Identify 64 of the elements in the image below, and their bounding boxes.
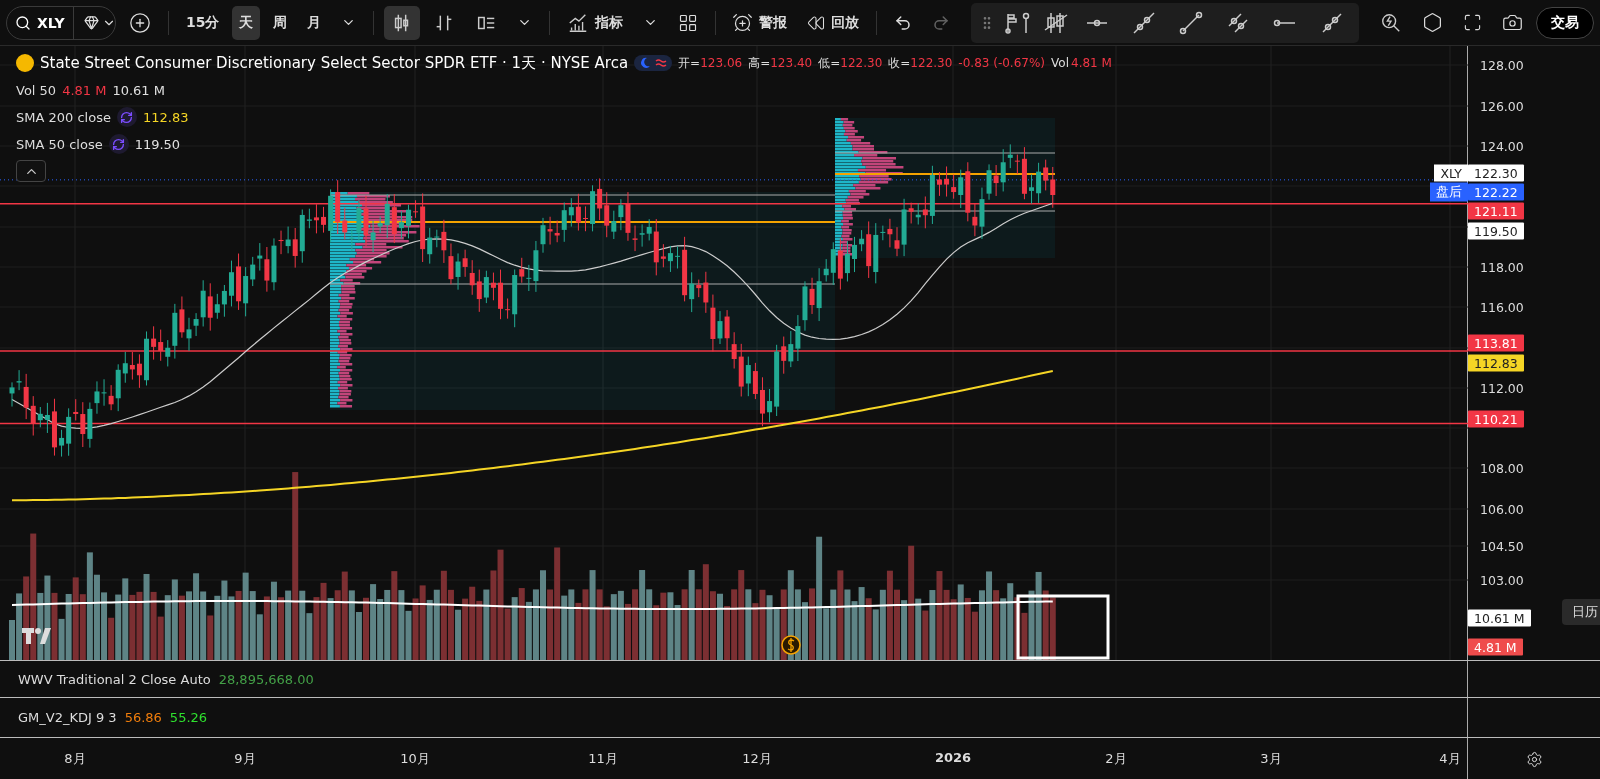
- time-axis-label: 9月: [234, 750, 256, 768]
- indicators-button[interactable]: 指标: [559, 5, 630, 40]
- ohlc-label: 低=: [818, 54, 841, 72]
- ohlc-label: 收=: [888, 54, 911, 72]
- price-tick: 116.00: [1480, 299, 1524, 315]
- price-tag: 10.61 M: [1468, 609, 1531, 627]
- indicator-value: 112.83: [142, 109, 189, 125]
- ohlc-value: 123.40: [770, 56, 813, 70]
- time-axis-label: 3月: [1260, 750, 1282, 768]
- price-tick: 118.00: [1480, 259, 1524, 275]
- trade-button[interactable]: 交易: [1536, 6, 1594, 39]
- price-tag: 113.81: [1468, 334, 1524, 352]
- interval-tab[interactable]: 15分: [178, 5, 227, 40]
- price-tick: 104.50: [1480, 538, 1524, 554]
- ohlc-value: 122.30: [840, 56, 883, 70]
- calendar-button[interactable]: 日历: [1562, 599, 1600, 625]
- price-tick: 128.00: [1480, 57, 1524, 73]
- interval-tab[interactable]: 月: [300, 5, 329, 40]
- price-tick: 112.00: [1480, 380, 1524, 396]
- price-tick: 108.00: [1480, 460, 1524, 476]
- indicator-name: SMA 50 close: [16, 136, 103, 152]
- time-axis-label: 8月: [64, 750, 86, 768]
- interval-tab[interactable]: 天: [232, 5, 261, 40]
- volume-value: 4.81 M: [1071, 56, 1112, 70]
- price-tag-label: XLY: [1434, 164, 1468, 182]
- symbol-text: XLY: [37, 14, 65, 31]
- pane-indicator-value: 55.26: [169, 710, 208, 725]
- ohlc-label: 高=: [748, 54, 771, 72]
- pane-indicator-name: WWV Traditional 2 Close Auto: [18, 671, 211, 687]
- price-tick: 106.00: [1480, 501, 1524, 517]
- indicator-value: 10.61 M: [112, 82, 165, 98]
- replay-button[interactable]: 回放: [800, 5, 867, 40]
- time-axis-label: 2026: [934, 750, 972, 765]
- volume-label: Vol: [1051, 56, 1069, 70]
- indicator-value: 119.50: [134, 136, 181, 152]
- price-tick: 124.00: [1480, 138, 1524, 154]
- price-tag: 4.81 M: [1468, 638, 1523, 656]
- time-axis-label: 11月: [588, 750, 618, 768]
- price-tick: 126.00: [1480, 98, 1524, 114]
- time-axis-label: 4月: [1439, 750, 1461, 768]
- ohlc-value: 122.30: [910, 56, 953, 70]
- price-tag: 119.50: [1468, 222, 1524, 240]
- time-axis-label: 12月: [742, 750, 772, 768]
- interval-tab[interactable]: 周: [266, 5, 295, 40]
- alerts-button[interactable]: 警报: [725, 5, 795, 40]
- indicator-value: 4.81 M: [62, 82, 107, 98]
- indicator-name: Vol 50: [16, 82, 57, 98]
- price-tick: 103.00: [1480, 572, 1524, 588]
- time-axis-label: 10月: [400, 750, 430, 768]
- time-axis-label: 2月: [1105, 750, 1127, 768]
- ohlc-label: 开=: [678, 54, 701, 72]
- price-tag: 122.30: [1468, 164, 1524, 182]
- pane-indicator-name: GM_V2_KDJ 9 3: [18, 710, 117, 725]
- chart-title: State Street Consumer Discretionary Select Sector SPDR ETF · 1天 · NYSE Arca: [40, 53, 629, 73]
- price-tag: 110.21: [1468, 410, 1524, 428]
- pane-indicator-value: 28,895,668.00: [218, 671, 314, 687]
- price-tag: 112.83: [1468, 354, 1524, 372]
- price-change: -0.83 (-0.67%): [958, 56, 1046, 70]
- pane-indicator-value: 56.86: [124, 710, 162, 725]
- price-tag: 122.22: [1468, 183, 1524, 201]
- price-tag-label: 盘后: [1430, 182, 1468, 202]
- price-tag: 121.11: [1468, 202, 1524, 220]
- ohlc-value: 123.06: [700, 56, 743, 70]
- indicator-name: SMA 200 close: [16, 109, 111, 125]
